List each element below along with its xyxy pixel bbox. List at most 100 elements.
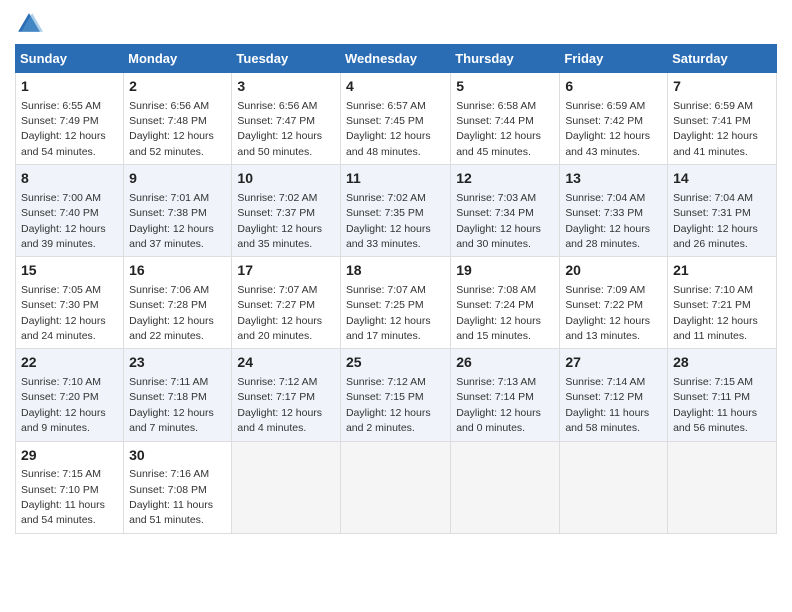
- day-number: 27: [565, 353, 662, 373]
- calendar-day-cell: 4 Sunrise: 6:57 AMSunset: 7:45 PMDaylight…: [340, 73, 450, 165]
- day-number: 5: [456, 77, 554, 97]
- day-info: Sunrise: 7:12 AMSunset: 7:15 PMDaylight:…: [346, 376, 431, 434]
- day-info: Sunrise: 7:07 AMSunset: 7:25 PMDaylight:…: [346, 284, 431, 342]
- day-info: Sunrise: 6:55 AMSunset: 7:49 PMDaylight:…: [21, 100, 106, 158]
- day-number: 2: [129, 77, 226, 97]
- calendar-day-cell: 19 Sunrise: 7:08 AMSunset: 7:24 PMDayligh…: [451, 257, 560, 349]
- calendar-day-cell: 11 Sunrise: 7:02 AMSunset: 7:35 PMDayligh…: [340, 165, 450, 257]
- logo: [15, 10, 47, 38]
- day-info: Sunrise: 7:07 AMSunset: 7:27 PMDaylight:…: [237, 284, 322, 342]
- calendar-day-cell: 20 Sunrise: 7:09 AMSunset: 7:22 PMDayligh…: [560, 257, 668, 349]
- calendar-day-cell: 17 Sunrise: 7:07 AMSunset: 7:27 PMDayligh…: [232, 257, 341, 349]
- day-number: 20: [565, 261, 662, 281]
- day-info: Sunrise: 7:10 AMSunset: 7:21 PMDaylight:…: [673, 284, 758, 342]
- day-number: 19: [456, 261, 554, 281]
- day-info: Sunrise: 7:15 AMSunset: 7:10 PMDaylight:…: [21, 468, 105, 526]
- calendar-day-cell: 15 Sunrise: 7:05 AMSunset: 7:30 PMDayligh…: [16, 257, 124, 349]
- day-number: 22: [21, 353, 118, 373]
- day-number: 1: [21, 77, 118, 97]
- page-header: [15, 10, 777, 38]
- day-info: Sunrise: 7:05 AMSunset: 7:30 PMDaylight:…: [21, 284, 106, 342]
- day-info: Sunrise: 7:09 AMSunset: 7:22 PMDaylight:…: [565, 284, 650, 342]
- calendar-day-cell: 3 Sunrise: 6:56 AMSunset: 7:47 PMDaylight…: [232, 73, 341, 165]
- day-info: Sunrise: 7:02 AMSunset: 7:35 PMDaylight:…: [346, 192, 431, 250]
- day-info: Sunrise: 7:10 AMSunset: 7:20 PMDaylight:…: [21, 376, 106, 434]
- calendar-day-cell: 22 Sunrise: 7:10 AMSunset: 7:20 PMDayligh…: [16, 349, 124, 441]
- calendar-day-cell: 9 Sunrise: 7:01 AMSunset: 7:38 PMDaylight…: [124, 165, 232, 257]
- day-number: 16: [129, 261, 226, 281]
- day-number: 14: [673, 169, 771, 189]
- day-number: 28: [673, 353, 771, 373]
- day-info: Sunrise: 7:15 AMSunset: 7:11 PMDaylight:…: [673, 376, 757, 434]
- day-info: Sunrise: 6:59 AMSunset: 7:41 PMDaylight:…: [673, 100, 758, 158]
- calendar-day-cell: 16 Sunrise: 7:06 AMSunset: 7:28 PMDayligh…: [124, 257, 232, 349]
- day-info: Sunrise: 6:59 AMSunset: 7:42 PMDaylight:…: [565, 100, 650, 158]
- day-info: Sunrise: 6:58 AMSunset: 7:44 PMDaylight:…: [456, 100, 541, 158]
- calendar-day-cell: 23 Sunrise: 7:11 AMSunset: 7:18 PMDayligh…: [124, 349, 232, 441]
- day-info: Sunrise: 6:56 AMSunset: 7:48 PMDaylight:…: [129, 100, 214, 158]
- calendar-day-cell: 18Sunrise: 7:07 AMSunset: 7:25 PMDayligh…: [340, 257, 450, 349]
- day-info: Sunrise: 7:04 AMSunset: 7:31 PMDaylight:…: [673, 192, 758, 250]
- day-number: 15: [21, 261, 118, 281]
- calendar-day-cell: [560, 441, 668, 533]
- day-number: 7: [673, 77, 771, 97]
- day-info: Sunrise: 7:16 AMSunset: 7:08 PMDaylight:…: [129, 468, 213, 526]
- day-info: Sunrise: 7:13 AMSunset: 7:14 PMDaylight:…: [456, 376, 541, 434]
- day-info: Sunrise: 7:08 AMSunset: 7:24 PMDaylight:…: [456, 284, 541, 342]
- day-number: 26: [456, 353, 554, 373]
- day-number: 13: [565, 169, 662, 189]
- day-number: 30: [129, 446, 226, 466]
- calendar-day-cell: 1 Sunrise: 6:55 AMSunset: 7:49 PMDaylight…: [16, 73, 124, 165]
- calendar-day-cell: 24 Sunrise: 7:12 AMSunset: 7:17 PMDayligh…: [232, 349, 341, 441]
- calendar-table: SundayMondayTuesdayWednesdayThursdayFrid…: [15, 44, 777, 534]
- calendar-day-cell: 14 Sunrise: 7:04 AMSunset: 7:31 PMDayligh…: [668, 165, 777, 257]
- day-info: Sunrise: 7:11 AMSunset: 7:18 PMDaylight:…: [129, 376, 214, 434]
- calendar-day-cell: [668, 441, 777, 533]
- calendar-week-row: 1 Sunrise: 6:55 AMSunset: 7:49 PMDaylight…: [16, 73, 777, 165]
- day-info: Sunrise: 7:00 AMSunset: 7:40 PMDaylight:…: [21, 192, 106, 250]
- day-number: 21: [673, 261, 771, 281]
- logo-icon: [15, 10, 43, 38]
- day-number: 17: [237, 261, 335, 281]
- calendar-day-cell: 26 Sunrise: 7:13 AMSunset: 7:14 PMDayligh…: [451, 349, 560, 441]
- day-info: Sunrise: 7:03 AMSunset: 7:34 PMDaylight:…: [456, 192, 541, 250]
- day-number: 11: [346, 169, 445, 189]
- calendar-day-cell: 13Sunrise: 7:04 AMSunset: 7:33 PMDayligh…: [560, 165, 668, 257]
- day-number: 23: [129, 353, 226, 373]
- calendar-week-row: 8 Sunrise: 7:00 AMSunset: 7:40 PMDaylight…: [16, 165, 777, 257]
- weekday-header: Friday: [560, 45, 668, 73]
- day-number: 4: [346, 77, 445, 97]
- day-info: Sunrise: 6:57 AMSunset: 7:45 PMDaylight:…: [346, 100, 431, 158]
- day-number: 25: [346, 353, 445, 373]
- calendar-day-cell: 12 Sunrise: 7:03 AMSunset: 7:34 PMDayligh…: [451, 165, 560, 257]
- day-info: Sunrise: 6:56 AMSunset: 7:47 PMDaylight:…: [237, 100, 322, 158]
- day-info: Sunrise: 7:12 AMSunset: 7:17 PMDaylight:…: [237, 376, 322, 434]
- calendar-day-cell: 28 Sunrise: 7:15 AMSunset: 7:11 PMDayligh…: [668, 349, 777, 441]
- calendar-day-cell: 27 Sunrise: 7:14 AMSunset: 7:12 PMDayligh…: [560, 349, 668, 441]
- weekday-header: Saturday: [668, 45, 777, 73]
- calendar-week-row: 29Sunrise: 7:15 AMSunset: 7:10 PMDayligh…: [16, 441, 777, 533]
- day-info: Sunrise: 7:01 AMSunset: 7:38 PMDaylight:…: [129, 192, 214, 250]
- calendar-day-cell: 2 Sunrise: 6:56 AMSunset: 7:48 PMDaylight…: [124, 73, 232, 165]
- calendar-day-cell: 7 Sunrise: 6:59 AMSunset: 7:41 PMDaylight…: [668, 73, 777, 165]
- day-number: 9: [129, 169, 226, 189]
- day-number: 8: [21, 169, 118, 189]
- calendar-day-cell: 5 Sunrise: 6:58 AMSunset: 7:44 PMDaylight…: [451, 73, 560, 165]
- weekday-header: Sunday: [16, 45, 124, 73]
- calendar-header-row: SundayMondayTuesdayWednesdayThursdayFrid…: [16, 45, 777, 73]
- day-number: 12: [456, 169, 554, 189]
- calendar-day-cell: [451, 441, 560, 533]
- calendar-day-cell: 6Sunrise: 6:59 AMSunset: 7:42 PMDaylight…: [560, 73, 668, 165]
- day-info: Sunrise: 7:06 AMSunset: 7:28 PMDaylight:…: [129, 284, 214, 342]
- calendar-day-cell: 30Sunrise: 7:16 AMSunset: 7:08 PMDayligh…: [124, 441, 232, 533]
- calendar-day-cell: 8 Sunrise: 7:00 AMSunset: 7:40 PMDaylight…: [16, 165, 124, 257]
- weekday-header: Thursday: [451, 45, 560, 73]
- calendar-day-cell: 10Sunrise: 7:02 AMSunset: 7:37 PMDayligh…: [232, 165, 341, 257]
- day-number: 10: [237, 169, 335, 189]
- day-number: 3: [237, 77, 335, 97]
- calendar-day-cell: [232, 441, 341, 533]
- calendar-day-cell: [340, 441, 450, 533]
- day-info: Sunrise: 7:14 AMSunset: 7:12 PMDaylight:…: [565, 376, 649, 434]
- day-number: 24: [237, 353, 335, 373]
- calendar-week-row: 15 Sunrise: 7:05 AMSunset: 7:30 PMDayligh…: [16, 257, 777, 349]
